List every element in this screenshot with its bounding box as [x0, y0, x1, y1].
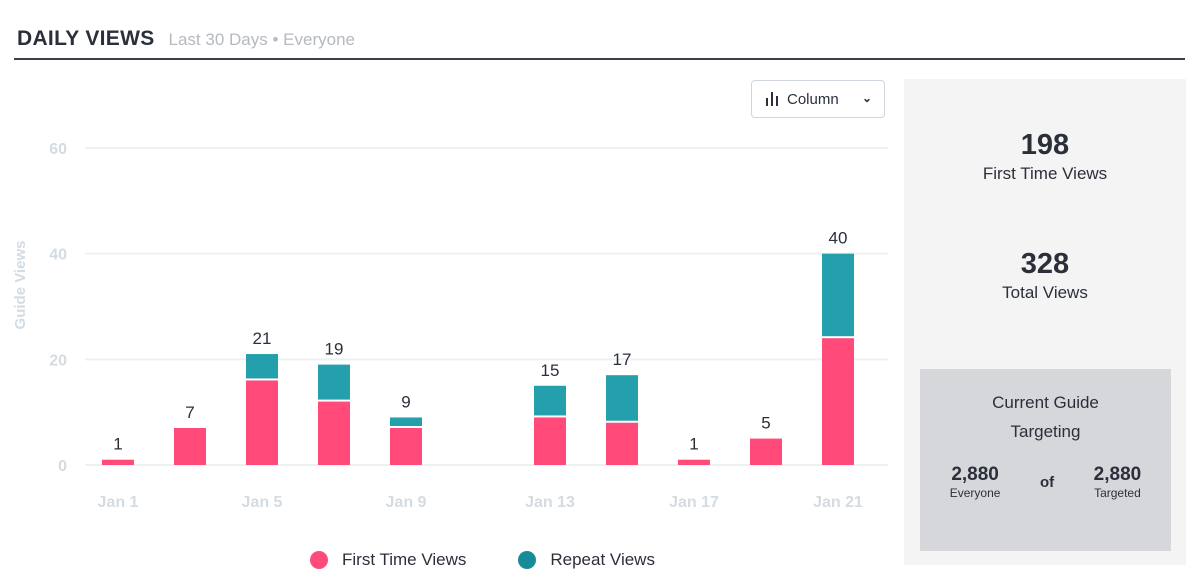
- bar-repeat: [606, 375, 638, 421]
- bar-first-time: [318, 401, 350, 465]
- legend-first-time[interactable]: First Time Views: [310, 550, 466, 570]
- bar-repeat: [390, 417, 422, 427]
- y-tick-label: 0: [58, 458, 67, 475]
- data-label: 1: [113, 435, 122, 454]
- legend-repeat[interactable]: Repeat Views: [518, 550, 655, 570]
- legend-swatch: [518, 551, 537, 569]
- bar-repeat: [318, 364, 350, 400]
- x-tick-label: Jan 13: [525, 494, 575, 511]
- bar-first-time: [750, 438, 782, 465]
- bar-first-time: [822, 338, 854, 465]
- bar-repeat: [246, 354, 278, 379]
- data-label: 1: [689, 435, 698, 454]
- bar-first-time: [246, 380, 278, 465]
- daily-views-chart: 0 20 40 60 Guide Views Jan 1 Jan 5 Jan 9 Jan 13 J…: [12, 141, 888, 511]
- targeting-box: Current Guide Targeting 2,880 Everyone of…: [920, 369, 1171, 551]
- bar-repeat: [534, 385, 566, 416]
- total-views-stat: 328 Total Views: [1002, 248, 1088, 302]
- data-label: 9: [401, 392, 410, 411]
- bar-first-time: [534, 417, 566, 465]
- y-tick-label: 60: [49, 141, 67, 158]
- bar-first-time: [102, 459, 134, 465]
- x-tick-label: Jan 21: [813, 494, 863, 511]
- data-label: 15: [541, 361, 560, 380]
- x-tick-label: Jan 1: [98, 494, 139, 511]
- data-label: 40: [829, 229, 848, 248]
- data-label: 17: [613, 350, 632, 369]
- x-tick-label: Jan 17: [669, 494, 719, 511]
- data-label: 21: [253, 329, 272, 348]
- bar-first-time: [606, 422, 638, 465]
- x-tick-label: Jan 5: [242, 494, 283, 511]
- bar-first-time: [174, 428, 206, 465]
- x-tick-label: Jan 9: [386, 494, 427, 511]
- y-tick-label: 20: [49, 352, 67, 369]
- y-axis-label: Guide Views: [12, 241, 29, 330]
- y-tick-label: 40: [49, 247, 67, 264]
- legend: First Time Views Repeat Views: [310, 550, 655, 570]
- data-label: 19: [325, 340, 344, 359]
- bar-first-time: [390, 428, 422, 465]
- legend-swatch: [310, 551, 328, 569]
- bar-repeat: [822, 253, 854, 337]
- summary-panel: 198 First Time Views 328 Total Views Curre…: [904, 79, 1186, 565]
- bar-first-time: [678, 459, 710, 465]
- data-label: 7: [185, 403, 194, 422]
- data-label: 5: [761, 414, 770, 433]
- first-time-views-stat: 198 First Time Views: [982, 129, 1108, 183]
